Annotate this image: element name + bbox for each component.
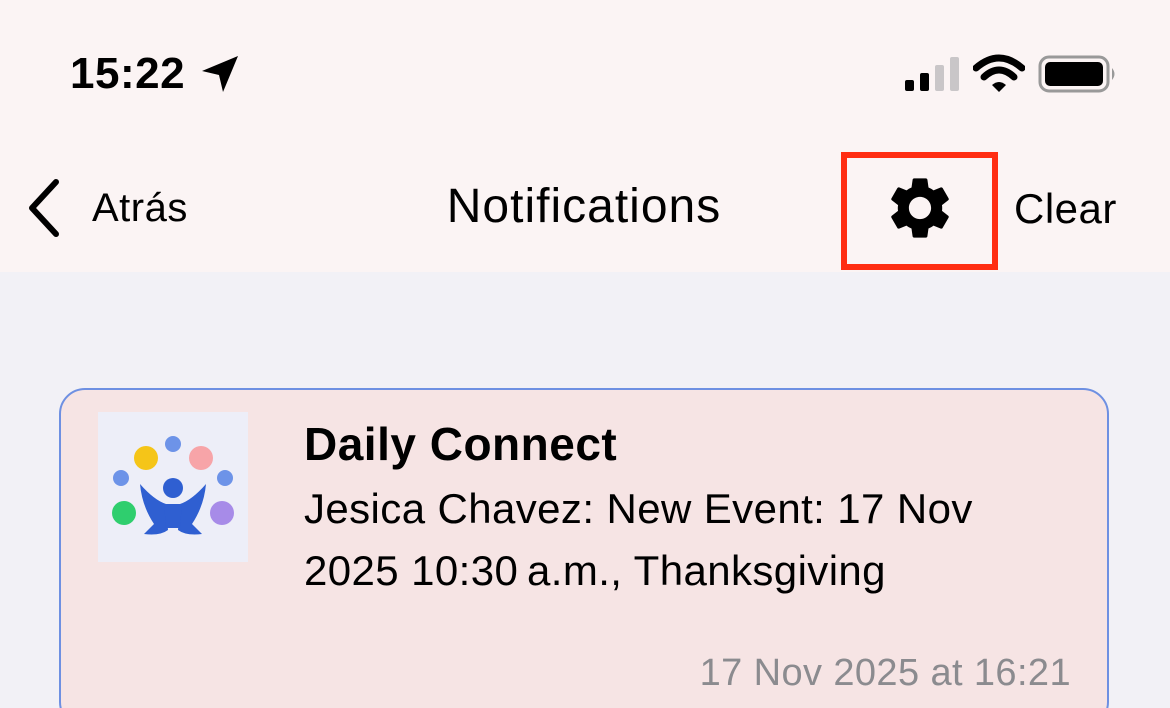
notification-timestamp: 17 Nov 2025 at 16:21 [699,652,1071,694]
battery-icon [1038,55,1115,93]
settings-button[interactable] [876,170,964,246]
notifications-screen: 15:22 Atrás Notifications Clear Daily Co… [0,0,1170,708]
navigation-bar: Atrás Notifications Clear [0,140,1170,272]
chevron-left-icon [29,179,59,237]
cellular-signal-icon [905,57,959,91]
location-arrow-icon [202,56,238,92]
notification-title: Daily Connect [304,418,618,470]
clear-button[interactable]: Clear [1014,184,1117,234]
gear-icon [891,178,949,238]
page-title-text: Notifications [446,180,722,233]
notification-card[interactable]: Daily Connect Jesica Chavez: New Event: … [59,388,1109,708]
notifications-list: Daily Connect Jesica Chavez: New Event: … [0,272,1170,708]
notification-body: Jesica Chavez: New Event: 17 Nov 2025 10… [304,485,973,594]
status-bar: 15:22 [0,0,1170,140]
back-label: Atrás [92,186,188,230]
daily-connect-logo [98,412,248,562]
back-button[interactable]: Atrás [22,170,188,246]
wifi-icon [973,54,1025,92]
status-time: 15:22 [70,49,186,98]
